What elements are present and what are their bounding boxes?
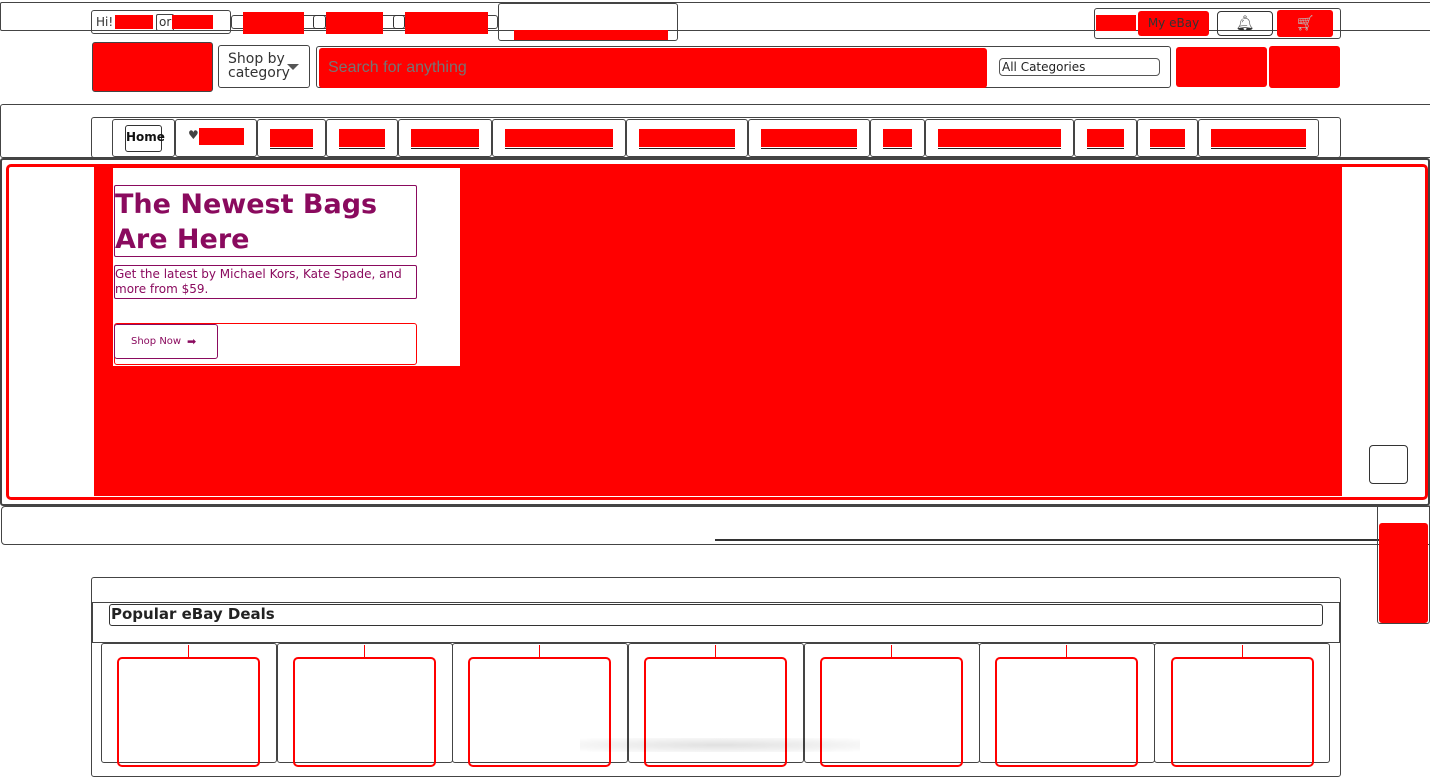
nav-item-9[interactable] bbox=[1087, 129, 1124, 149]
arrow-right-circle-icon: ➡︎ bbox=[187, 335, 197, 348]
hero-title: The Newest Bags Are Here bbox=[114, 185, 417, 257]
sign-in-link[interactable] bbox=[115, 15, 153, 29]
scroll-shadow bbox=[580, 738, 860, 752]
category-select[interactable]: All Categories bbox=[999, 58, 1160, 76]
nav-item-4[interactable] bbox=[505, 129, 613, 149]
promo-banner-slot bbox=[498, 3, 678, 41]
nav-item-10[interactable] bbox=[1150, 129, 1185, 149]
deal-image[interactable] bbox=[995, 657, 1138, 767]
nav-item-11[interactable] bbox=[1211, 129, 1306, 149]
deals-title: Popular eBay Deals bbox=[109, 604, 1323, 626]
chevron-down-icon bbox=[287, 64, 299, 70]
hero-subtitle: Get the latest by Michael Kors, Kate Spa… bbox=[114, 265, 417, 299]
deal-connector bbox=[1242, 645, 1243, 657]
feedback-button[interactable] bbox=[1379, 523, 1428, 623]
register-link[interactable] bbox=[172, 15, 213, 29]
nav-home[interactable]: Home bbox=[125, 125, 165, 152]
top-link-divider bbox=[393, 15, 405, 29]
top-link-help-contact[interactable] bbox=[405, 12, 488, 34]
greeting-area: Hi! or bbox=[91, 10, 231, 34]
search-input[interactable] bbox=[319, 48, 987, 88]
deal-connector bbox=[364, 645, 365, 657]
cart-button[interactable]: 🛒︎ bbox=[1277, 10, 1333, 37]
top-link-divider bbox=[313, 15, 326, 29]
deal-image[interactable] bbox=[1171, 657, 1314, 767]
deal-connector bbox=[1066, 645, 1067, 657]
nav-item-8[interactable] bbox=[938, 129, 1061, 149]
advanced-search-link[interactable] bbox=[1269, 46, 1340, 88]
deal-image[interactable] bbox=[117, 657, 260, 767]
nav-item-5[interactable] bbox=[639, 129, 735, 149]
promo-banner-link[interactable] bbox=[514, 30, 668, 40]
shop-now-button[interactable]: Shop Now ➡︎ bbox=[114, 324, 218, 359]
shop-now-label: Shop Now bbox=[131, 336, 182, 347]
top-link-brand-outlet[interactable] bbox=[326, 12, 383, 34]
top-link-daily-deals[interactable] bbox=[243, 12, 304, 34]
heart-icon: ♥ bbox=[188, 128, 199, 142]
carousel-pause-button[interactable] bbox=[1369, 445, 1408, 484]
nav-item-6[interactable] bbox=[761, 129, 857, 149]
shop-by-category-label: Shop by category bbox=[228, 51, 290, 81]
cart-icon: 🛒︎ bbox=[1295, 14, 1315, 32]
greeting-text: Hi! bbox=[96, 15, 114, 29]
search-button[interactable] bbox=[1176, 47, 1267, 87]
shop-by-category-button[interactable]: Shop by category bbox=[218, 45, 310, 88]
watchlist-link[interactable] bbox=[1096, 15, 1136, 31]
deal-connector bbox=[715, 645, 716, 657]
nav-item-3[interactable] bbox=[411, 129, 479, 149]
deal-image[interactable] bbox=[293, 657, 436, 767]
deal-connector bbox=[539, 645, 540, 657]
my-ebay-link[interactable]: My eBay bbox=[1138, 11, 1209, 36]
nav-saved[interactable] bbox=[199, 128, 244, 145]
bell-icon: 🔔︎ bbox=[1235, 14, 1255, 32]
divider bbox=[715, 539, 1379, 541]
deal-connector bbox=[891, 645, 892, 657]
nav-item-7[interactable] bbox=[883, 129, 912, 149]
nav-item-2[interactable] bbox=[339, 129, 385, 149]
nav-item-1[interactable] bbox=[270, 129, 313, 149]
notifications-button[interactable]: 🔔︎ bbox=[1217, 11, 1273, 36]
deal-connector bbox=[188, 645, 189, 657]
ebay-logo[interactable] bbox=[92, 42, 213, 92]
